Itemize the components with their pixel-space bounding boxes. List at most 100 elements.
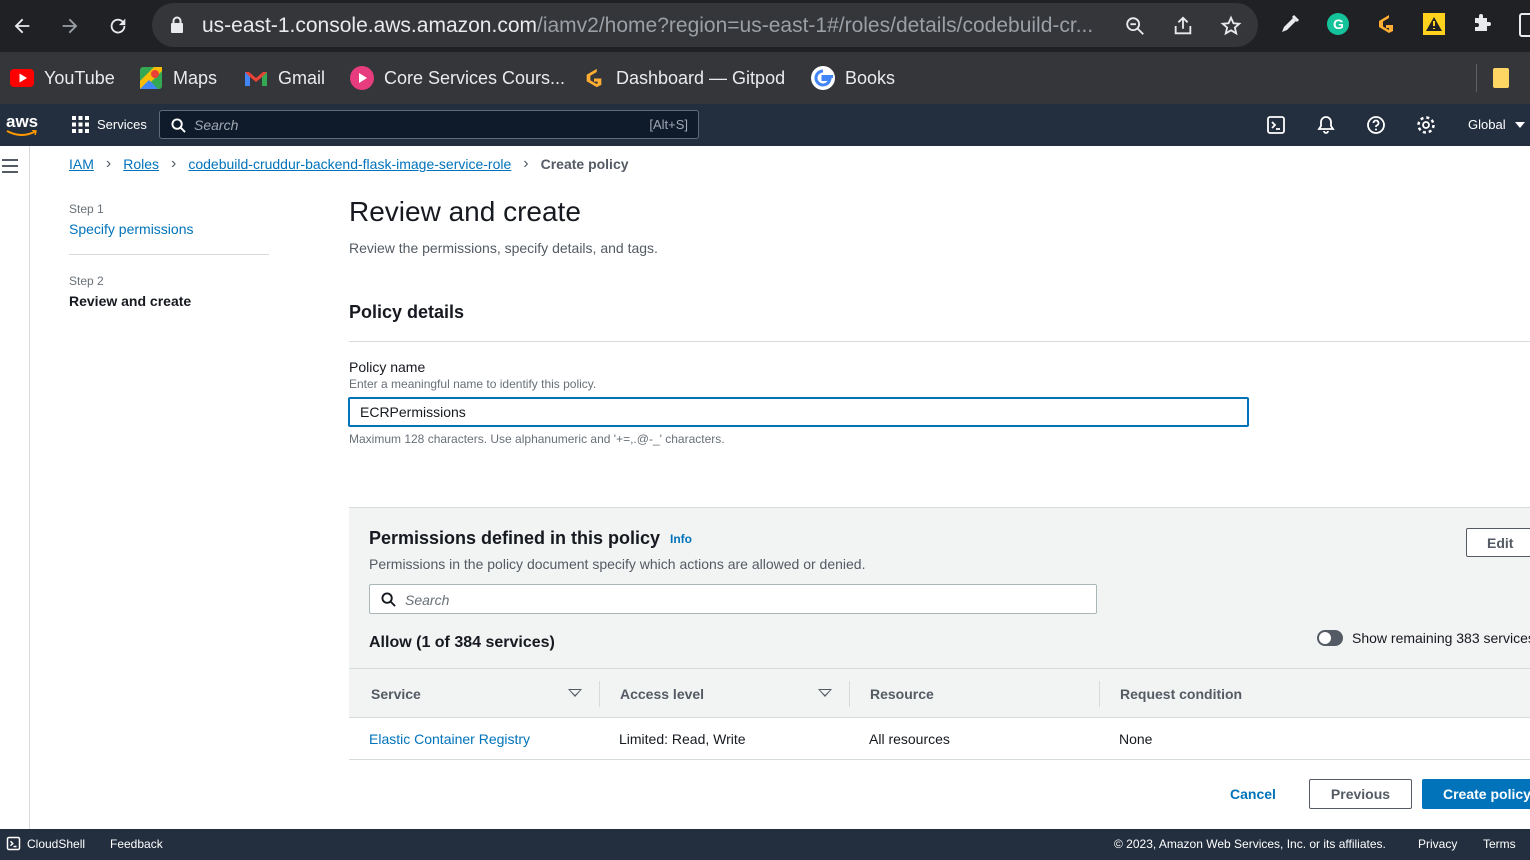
settings-gear-icon[interactable] [1416, 115, 1436, 135]
feedback-link[interactable]: Feedback [110, 837, 163, 851]
extensions-puzzle-icon[interactable] [1470, 12, 1494, 36]
create-policy-button[interactable]: Create policy [1422, 779, 1530, 809]
breadcrumb-role[interactable]: codebuild-cruddur-backend-flask-image-se… [188, 156, 511, 172]
lock-icon [171, 16, 183, 33]
cloudshell-icon[interactable] [1266, 115, 1286, 135]
bookmark-label: YouTube [44, 67, 115, 88]
privacy-link[interactable]: Privacy [1418, 837, 1457, 851]
breadcrumb: IAM › Roles › codebuild-cruddur-backend-… [69, 155, 629, 173]
column-divider [599, 681, 600, 707]
show-remaining-toggle[interactable] [1317, 630, 1343, 646]
bookmark-label: Core Services Cours... [384, 67, 566, 88]
bookmark-maps[interactable]: Maps [139, 65, 217, 91]
console-footer: CloudShell Feedback © 2023, Amazon Web S… [0, 829, 1530, 860]
forward-button[interactable] [54, 10, 86, 42]
services-label: Services [97, 117, 147, 132]
address-bar[interactable]: us-east-1.console.aws.amazon.com/iamv2/h… [152, 3, 1258, 47]
folder-icon [1493, 68, 1509, 88]
breadcrumb-roles[interactable]: Roles [123, 156, 159, 172]
notifications-bell-icon[interactable] [1316, 115, 1336, 135]
zoom-icon[interactable] [1124, 15, 1146, 37]
eyedropper-icon[interactable] [1278, 12, 1302, 36]
reload-button[interactable] [102, 10, 134, 42]
google-icon [811, 66, 835, 90]
folder-bookmark[interactable] [1492, 66, 1510, 90]
edit-button[interactable]: Edit [1466, 528, 1530, 557]
show-remaining-label: Show remaining 383 services [1352, 630, 1530, 646]
permissions-table-header: Service Access level Resource Request co… [349, 668, 1530, 718]
step-2-current: Review and create [69, 293, 192, 309]
bookmark-books[interactable]: Books [811, 65, 895, 91]
permissions-heading: Permissions defined in this policy [369, 528, 661, 548]
forward-arrow-icon [62, 18, 78, 34]
column-divider [849, 681, 850, 707]
breadcrumb-current: Create policy [540, 156, 629, 172]
sidebar-icon [1519, 13, 1530, 37]
bookmark-gmail[interactable]: Gmail [244, 65, 325, 91]
column-access-level[interactable]: Access level [620, 686, 704, 702]
svg-text:G: G [1333, 16, 1344, 32]
cancel-button[interactable]: Cancel [1230, 786, 1276, 802]
cloudshell-button[interactable]: CloudShell [6, 836, 85, 851]
info-link[interactable]: Info [670, 532, 692, 546]
permissions-search-input[interactable]: Search [369, 584, 1097, 614]
column-service[interactable]: Service [371, 686, 421, 702]
column-resource: Resource [870, 686, 934, 702]
step-2-label: Step 2 [69, 274, 104, 288]
policy-name-constraint: Maximum 128 characters. Use alphanumeric… [349, 432, 725, 446]
step-1-label: Step 1 [69, 202, 104, 216]
bookmark-gitpod[interactable]: Dashboard — Gitpod [582, 65, 785, 91]
table-row: Elastic Container Registry Limited: Read… [349, 718, 1530, 760]
caret-down-icon [1515, 122, 1526, 128]
bookmarks-bar: YouTube Maps Gmail Core Services Cours..… [0, 52, 1530, 104]
side-navigation-collapsed [0, 146, 30, 829]
share-icon[interactable] [1172, 15, 1194, 37]
menu-icon[interactable] [2, 159, 18, 173]
gmail-icon [244, 66, 268, 90]
resource-cell: All resources [869, 731, 950, 747]
page: us-east-1.console.aws.amazon.com/iamv2/h… [0, 0, 1530, 860]
aws-logo[interactable]: aws [6, 112, 39, 136]
bookmark-label: Dashboard — Gitpod [616, 67, 786, 88]
bookmark-star-icon[interactable] [1220, 15, 1242, 37]
policy-name-input[interactable] [348, 397, 1249, 427]
page-title: Review and create [349, 196, 581, 227]
steps-divider [69, 254, 269, 255]
copyright-text: © 2023, Amazon Web Services, Inc. or its… [1114, 837, 1386, 851]
service-link[interactable]: Elastic Container Registry [369, 731, 530, 747]
step-1-link[interactable]: Specify permissions [69, 221, 194, 237]
bookmark-label: Books [845, 67, 896, 88]
chevron-right-icon: › [105, 155, 112, 172]
chevron-right-icon: › [523, 155, 529, 172]
sort-caret-icon[interactable] [818, 689, 832, 697]
bookmark-label: Gmail [278, 67, 326, 88]
terms-link[interactable]: Terms [1483, 837, 1516, 851]
back-button[interactable] [6, 10, 38, 42]
warning-extension-icon[interactable] [1422, 12, 1446, 36]
allow-services-count: Allow (1 of 384 services) [369, 634, 555, 651]
back-arrow-icon [14, 18, 30, 34]
bookmark-youtube[interactable]: YouTube [10, 65, 115, 91]
search-icon [171, 118, 186, 133]
maps-icon [139, 66, 163, 90]
aws-logo-text: aws [6, 112, 39, 131]
gitpod-extension-icon[interactable] [1374, 12, 1398, 36]
region-selector[interactable]: Global [1468, 117, 1526, 132]
bookmark-label: Maps [173, 67, 218, 88]
previous-button[interactable]: Previous [1309, 779, 1412, 809]
policy-name-label: Policy name [349, 359, 426, 375]
permissions-description: Permissions in the policy document speci… [369, 556, 866, 572]
browser-toolbar: us-east-1.console.aws.amazon.com/iamv2/h… [0, 0, 1530, 52]
sort-caret-icon[interactable] [568, 689, 582, 697]
youtube-icon [10, 66, 34, 90]
breadcrumb-iam[interactable]: IAM [69, 156, 94, 172]
bookmarks-divider [1476, 64, 1477, 92]
bookmark-core-services[interactable]: Core Services Cours... [350, 65, 565, 91]
aws-smile-icon [6, 130, 37, 136]
console-search-input[interactable]: Search [Alt+S] [159, 110, 699, 139]
policy-details-heading: Policy details [349, 302, 465, 322]
services-menu[interactable]: Services [72, 116, 147, 133]
help-icon[interactable] [1366, 115, 1386, 135]
grammarly-icon[interactable]: G [1326, 12, 1350, 36]
column-request-condition: Request condition [1120, 686, 1243, 702]
